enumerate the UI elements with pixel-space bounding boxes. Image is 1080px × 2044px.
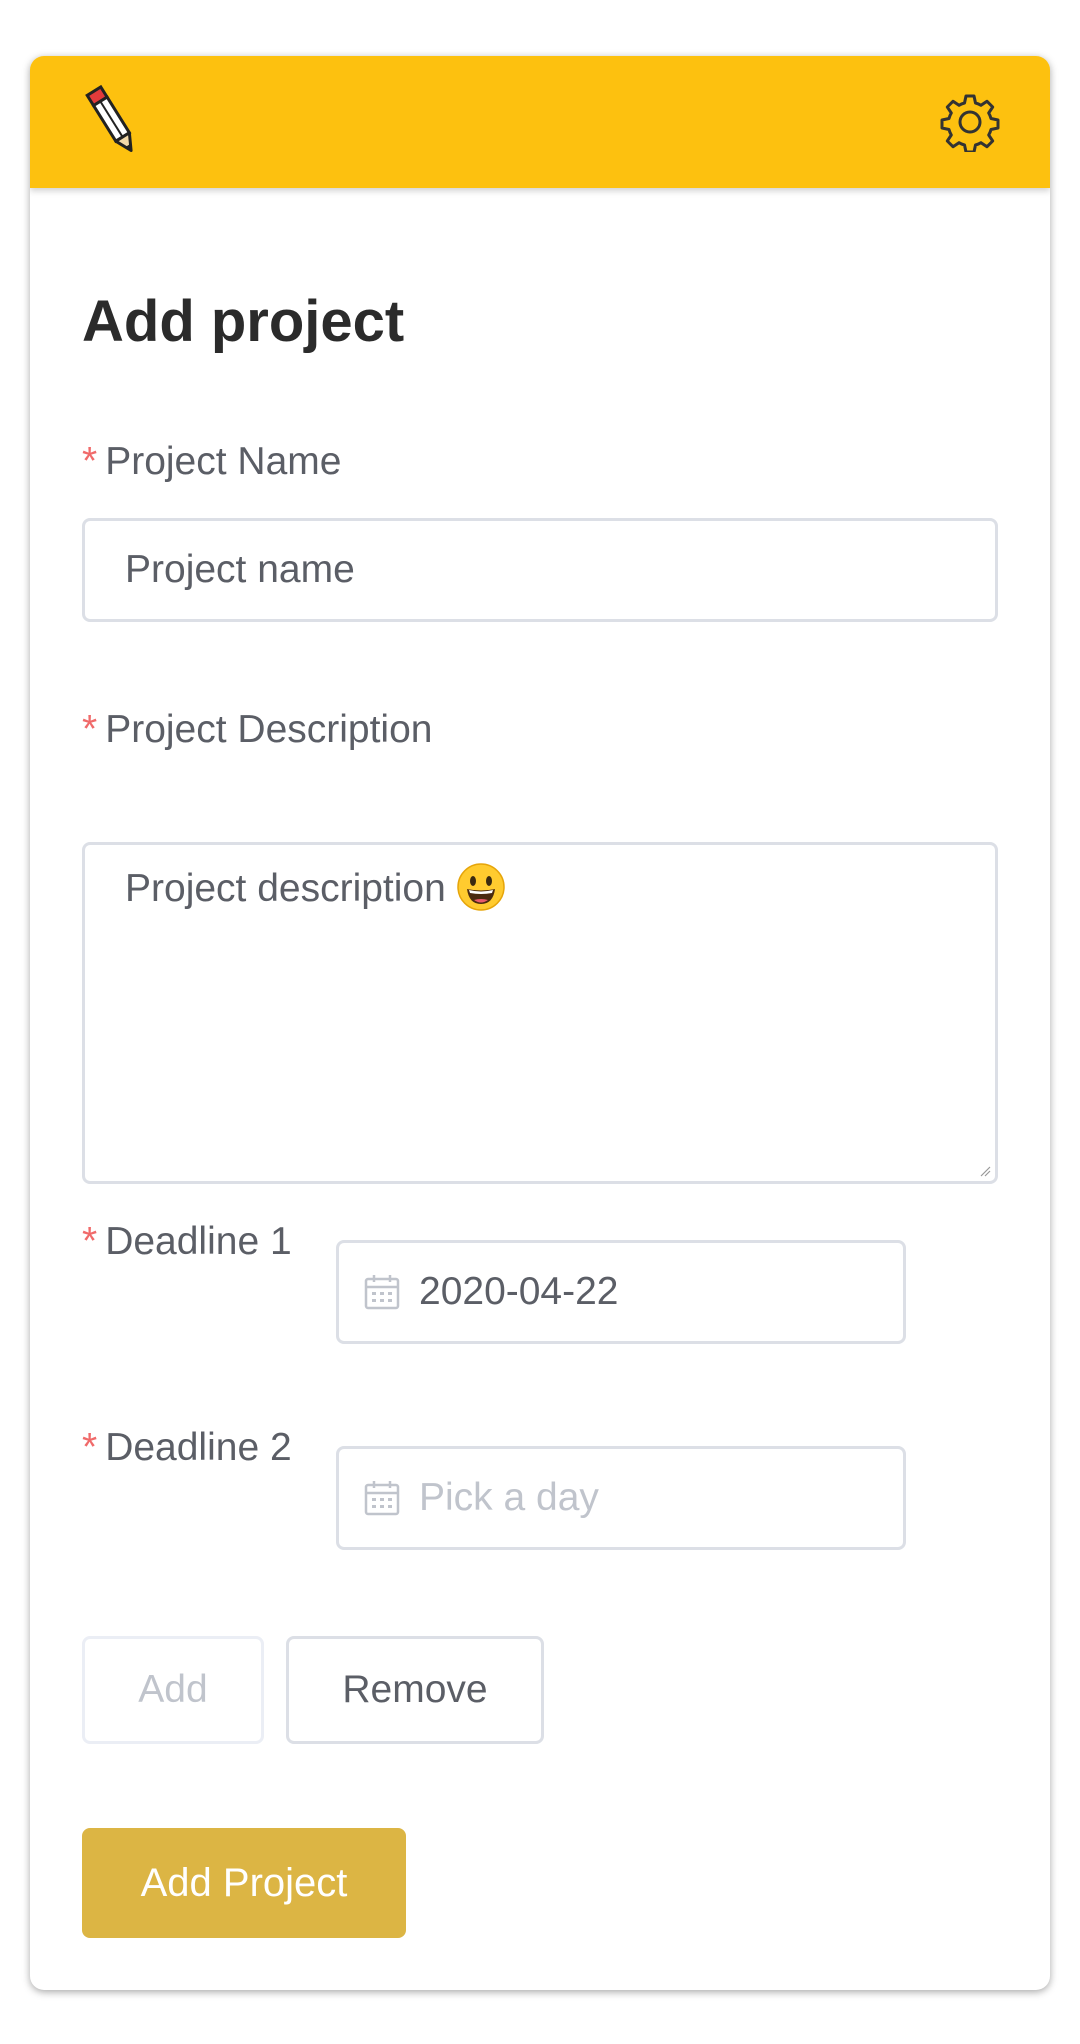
- required-mark: *: [82, 708, 98, 751]
- pencil-icon: [85, 84, 133, 153]
- deadline-1-date-picker[interactable]: 2020-04-22: [336, 1240, 906, 1344]
- project-name-input[interactable]: Project name: [82, 518, 998, 622]
- required-mark: *: [82, 1426, 98, 1469]
- page-title: Add project: [82, 289, 405, 354]
- deadline-2-placeholder: Pick a day: [419, 1476, 599, 1519]
- project-description-placeholder: Project description: [125, 867, 446, 910]
- project-description-textarea[interactable]: Project description: [82, 842, 998, 1184]
- add-project-card: Add project * Project Name Project name *…: [30, 56, 1050, 1990]
- deadline-2-label: * Deadline 2: [82, 1426, 292, 1470]
- calendar-icon: [364, 1481, 400, 1516]
- project-description-label: * Project Description: [82, 708, 432, 752]
- deadline-1-label: * Deadline 1: [82, 1220, 292, 1264]
- app-header: [30, 56, 1050, 188]
- calendar-icon: [364, 1275, 400, 1310]
- deadline-2-date-picker[interactable]: Pick a day: [336, 1446, 906, 1550]
- deadline-2-label-text: Deadline 2: [105, 1426, 292, 1469]
- project-description-label-text: Project Description: [105, 708, 433, 751]
- deadline-1-label-text: Deadline 1: [105, 1220, 292, 1263]
- resize-handle-icon[interactable]: [979, 1165, 991, 1177]
- add-deadline-button[interactable]: Add: [82, 1636, 264, 1744]
- smiley-face-icon: [457, 862, 505, 911]
- add-project-button[interactable]: Add Project: [82, 1828, 406, 1938]
- project-name-label: * Project Name: [82, 440, 341, 484]
- gear-icon[interactable]: [940, 92, 1000, 152]
- remove-deadline-button[interactable]: Remove: [286, 1636, 544, 1744]
- required-mark: *: [82, 440, 98, 483]
- project-name-placeholder: Project name: [125, 548, 355, 591]
- project-name-label-text: Project Name: [105, 440, 342, 483]
- required-mark: *: [82, 1220, 98, 1263]
- deadline-1-value: 2020-04-22: [419, 1270, 619, 1313]
